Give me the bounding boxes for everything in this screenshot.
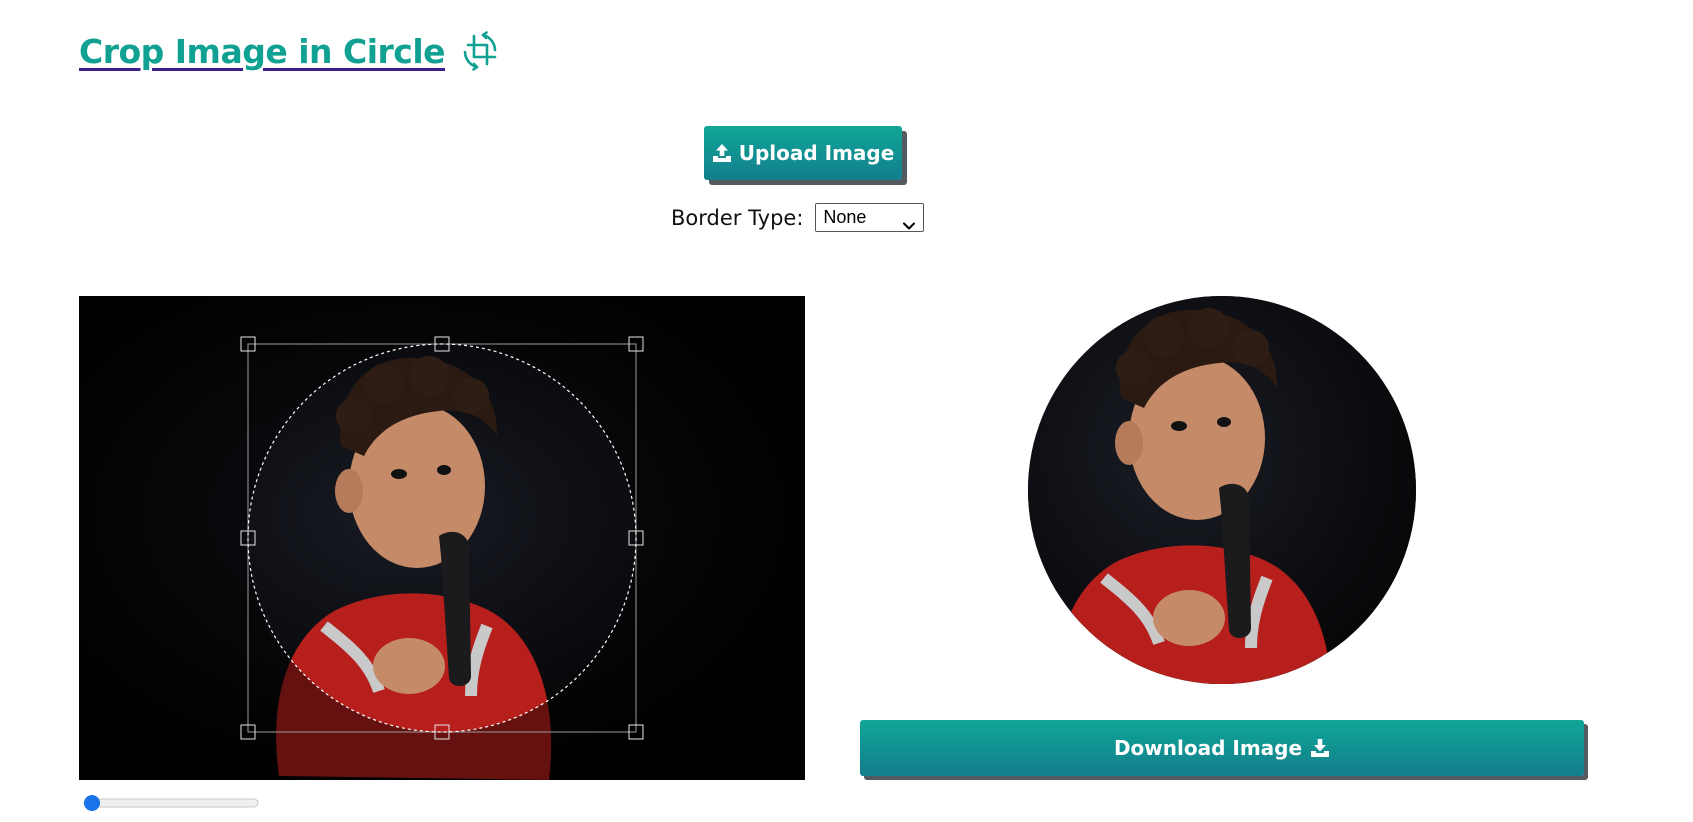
download-button-label: Download Image bbox=[1113, 736, 1303, 760]
download-image-button[interactable]: Download Image bbox=[860, 720, 1584, 776]
page-title-link[interactable]: Crop Image in Circle bbox=[79, 32, 446, 71]
border-type-selected-value: None bbox=[823, 207, 867, 227]
border-type-label: Border Type: bbox=[671, 205, 804, 230]
page: Crop Image in Circle Upload Image Border… bbox=[0, 0, 1693, 822]
zoom-slider-thumb bbox=[84, 795, 100, 811]
zoom-slider[interactable] bbox=[83, 795, 259, 811]
chevron-down-icon bbox=[903, 214, 916, 229]
download-icon bbox=[1310, 738, 1330, 758]
title-row: Crop Image in Circle bbox=[79, 30, 501, 72]
cropped-preview bbox=[1028, 296, 1416, 684]
crop-icon bbox=[459, 30, 501, 72]
border-type-select[interactable]: None bbox=[815, 203, 925, 232]
crop-editor[interactable] bbox=[79, 296, 805, 780]
source-image bbox=[79, 296, 805, 780]
border-type-row: Border Type: None bbox=[671, 203, 925, 232]
upload-image-button[interactable]: Upload Image bbox=[704, 126, 902, 180]
upload-icon bbox=[712, 143, 732, 163]
upload-button-label: Upload Image bbox=[738, 141, 895, 165]
